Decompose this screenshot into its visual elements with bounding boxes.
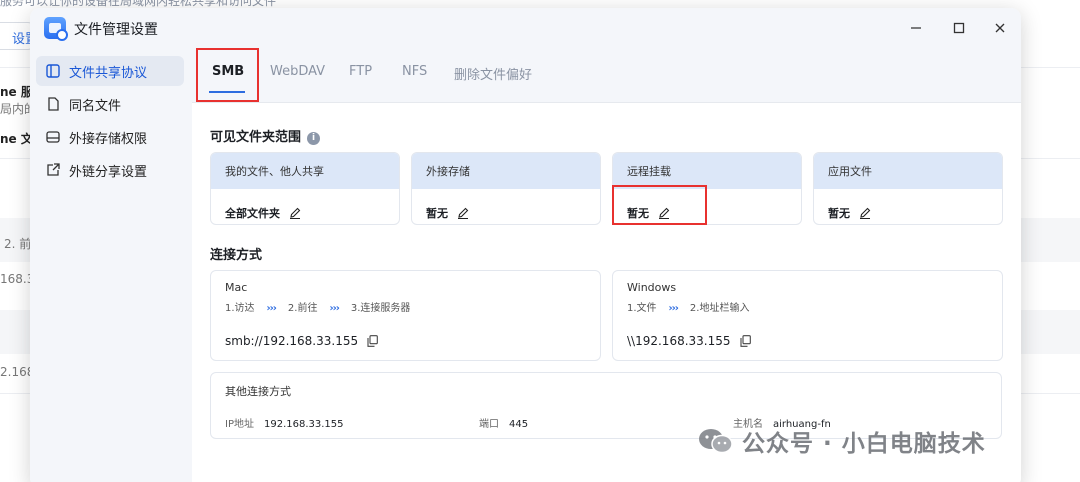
mac-connection-card: Mac 1.访达 ››› 2.前往 ››› 3.连接服务器 smb://192.168.…: [210, 270, 601, 361]
window-title: 文件管理设置: [74, 22, 158, 38]
windows-title: Windows: [627, 281, 677, 294]
mac-address-value: smb://192.168.33.155: [225, 334, 359, 348]
scope-card-body: 暂无: [814, 189, 1002, 224]
tab-ftp[interactable]: FTP: [349, 64, 372, 79]
sidebar-item-label: 外链分享设置: [69, 164, 148, 180]
scope-card-body: 暂无: [412, 189, 600, 224]
sidebar-item-label: 文件共享协议: [69, 65, 148, 81]
settings-sidebar: 文件共享协议 同名文件 外接存储权限 外链分享设置: [30, 48, 192, 482]
scope-card-value: 暂无: [828, 207, 850, 220]
minimize-button[interactable]: [904, 16, 928, 40]
scope-card-value: 全部文件夹: [225, 207, 280, 220]
protocol-icon: [46, 64, 60, 78]
minimize-icon: [911, 27, 921, 29]
edit-icon[interactable]: [289, 207, 301, 220]
scope-card-header: 应用文件: [814, 153, 1002, 189]
watermark-text: 公众号 · 小白电脑技术: [742, 431, 986, 457]
info-icon[interactable]: i: [307, 132, 321, 145]
edit-icon[interactable]: [859, 207, 871, 220]
ip-label: IP地址: [225, 419, 254, 430]
port-value: 445: [509, 419, 529, 430]
visible-scope-title: 可见文件夹范围 i: [210, 126, 321, 145]
scope-card-app-files: 应用文件 暂无: [813, 152, 1003, 225]
wechat-icon: [698, 427, 734, 455]
storage-icon: [46, 130, 60, 144]
app-icon: [44, 17, 68, 41]
share-link-icon: [46, 163, 60, 177]
settings-main: SMB WebDAV FTP NFS 删除文件偏好 可见文件夹范围 i 我的文件、…: [192, 48, 1021, 482]
sidebar-item-label: 同名文件: [69, 98, 122, 114]
sidebar-item-external-storage-permissions[interactable]: 外接存储权限: [36, 122, 184, 152]
mac-steps: 1.访达 ››› 2.前往 ››› 3.连接服务器: [225, 299, 410, 314]
title-bar: 文件管理设置: [30, 8, 1021, 48]
step: 1.访达: [225, 303, 255, 314]
arrow-icon: ›››: [266, 303, 277, 314]
file-management-settings-dialog: 文件管理设置 文件共享协议 同名文件 外接存储权限 外链分享设置 SMB Web…: [30, 8, 1021, 482]
step: 2.地址栏输入: [689, 303, 750, 314]
tab-webdav[interactable]: WebDAV: [270, 64, 325, 79]
windows-connection-card: Windows 1.文件 ››› 2.地址栏输入 \\192.168.33.155: [612, 270, 1003, 361]
copy-icon[interactable]: [367, 335, 378, 347]
other-connection-title: 其他连接方式: [225, 385, 291, 398]
step: 3.连接服务器: [350, 303, 411, 314]
scope-card-external-storage: 外接存储 暂无: [411, 152, 601, 225]
sidebar-item-external-link-share-settings[interactable]: 外链分享设置: [36, 155, 184, 185]
scope-card-value: 暂无: [426, 207, 448, 220]
highlight-box-smb: [196, 48, 259, 102]
port-label: 端口: [479, 419, 499, 430]
tab-delete-file-preference[interactable]: 删除文件偏好: [454, 64, 532, 83]
arrow-icon: ›››: [668, 303, 679, 314]
sidebar-item-file-sharing-protocol[interactable]: 文件共享协议: [36, 56, 184, 86]
mac-title: Mac: [225, 281, 248, 294]
port-row: 端口 445: [479, 415, 528, 430]
windows-steps: 1.文件 ››› 2.地址栏输入: [627, 299, 749, 314]
mac-address: smb://192.168.33.155: [225, 334, 378, 348]
watermark: 公众号 · 小白电脑技术: [698, 424, 986, 458]
scope-card-body: 全部文件夹: [211, 189, 399, 224]
close-button[interactable]: [988, 16, 1012, 40]
protocol-tabs: SMB WebDAV FTP NFS 删除文件偏好: [192, 48, 1021, 102]
copy-icon[interactable]: [739, 335, 751, 347]
step: 1.文件: [627, 303, 657, 314]
step: 2.前往: [287, 303, 318, 314]
highlight-box-remote-mount: [612, 185, 707, 225]
windows-address: \\192.168.33.155: [627, 334, 751, 348]
maximize-icon: [953, 22, 965, 34]
scope-card-header: 我的文件、他人共享: [211, 153, 399, 189]
scope-card-my-files: 我的文件、他人共享 全部文件夹: [210, 152, 400, 225]
maximize-button[interactable]: [947, 16, 971, 40]
file-icon: [46, 97, 60, 111]
close-icon: [995, 23, 1005, 33]
sidebar-item-label: 外接存储权限: [69, 131, 148, 147]
ip-value: 192.168.33.155: [263, 419, 344, 430]
ip-address-row: IP地址 192.168.33.155: [225, 415, 344, 430]
windows-address-value: \\192.168.33.155: [627, 334, 731, 348]
arrow-icon: ›››: [329, 303, 339, 314]
tab-nfs[interactable]: NFS: [402, 64, 427, 79]
edit-icon[interactable]: [457, 207, 469, 220]
scope-card-header: 远程挂载: [613, 153, 801, 189]
connection-method-title: 连接方式: [210, 248, 263, 263]
sidebar-item-same-name-files[interactable]: 同名文件: [36, 89, 184, 119]
scope-card-header: 外接存储: [412, 153, 600, 189]
